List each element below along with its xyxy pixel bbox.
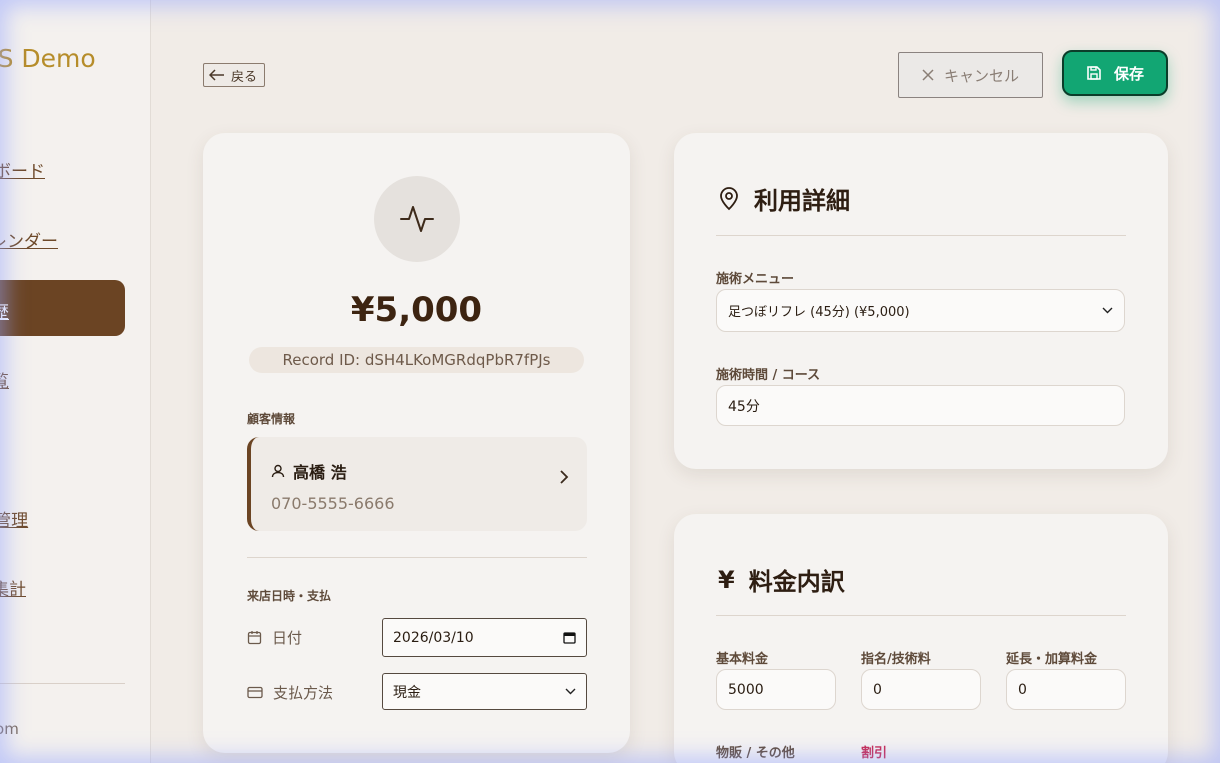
base-fee-value: 5000: [728, 681, 764, 698]
back-button[interactable]: 戻る: [203, 63, 265, 87]
discount-label: 割引: [861, 746, 888, 761]
menu-select[interactable]: 足つぼリフレ (45分) (¥5,000): [716, 289, 1125, 332]
user-icon: [271, 464, 285, 478]
menu-value: 足つぼリフレ (45分) (¥5,000): [728, 305, 910, 320]
calendar-picker-icon[interactable]: [563, 631, 576, 644]
time-course-value: 45分: [728, 398, 760, 415]
activity-pulse-icon: [400, 204, 434, 234]
customer-section-label: 顧客情報: [247, 412, 296, 426]
customer-name-row: 高橋 浩: [271, 459, 347, 483]
close-icon: [922, 69, 934, 81]
sidebar-email: .com: [0, 720, 19, 738]
customer-name: 高橋 浩: [293, 463, 347, 482]
section-divider: [247, 557, 587, 558]
yen-icon: ¥: [718, 565, 735, 594]
price-title: 料金内訳: [748, 568, 845, 596]
credit-card-icon: [247, 686, 263, 699]
brand-logo: MS Demo: [0, 44, 96, 73]
date-input[interactable]: 2026/03/10: [382, 618, 587, 657]
visit-section-label: 来店日時・支払: [247, 589, 332, 603]
save-button[interactable]: 保存: [1062, 50, 1168, 96]
nomination-fee-input[interactable]: 0: [861, 669, 981, 710]
chevron-down-icon: [1102, 307, 1113, 314]
usage-title-row: 利用詳細: [718, 181, 850, 216]
price-divider: [716, 615, 1126, 616]
calendar-icon: [247, 630, 262, 645]
total-amount: ¥5,000: [350, 290, 483, 330]
sidebar-item-dashboard[interactable]: ボード: [0, 157, 45, 182]
sidebar-item-calendar[interactable]: レンダー: [0, 227, 58, 252]
payment-value: 現金: [393, 684, 421, 701]
map-pin-icon: [718, 186, 740, 211]
record-id-badge: Record ID: dSH4LKoMGRdqPbR7fPJs: [249, 347, 584, 373]
usage-divider: [716, 235, 1126, 236]
nomination-fee-value: 0: [873, 681, 882, 698]
extension-fee-input[interactable]: 0: [1006, 669, 1126, 710]
cancel-label: キャンセル: [943, 66, 1019, 85]
customer-card[interactable]: 高橋 浩 070-5555-6666: [247, 437, 587, 531]
usage-details-card: 利用詳細 施術メニュー 足つぼリフレ (45分) (¥5,000) 施術時間 /…: [674, 133, 1168, 469]
goods-other-label: 物販 / その他: [716, 746, 795, 761]
extension-fee-label: 延長・加算料金: [1006, 652, 1098, 667]
menu-label: 施術メニュー: [716, 272, 795, 287]
cancel-button[interactable]: キャンセル: [898, 52, 1043, 98]
price-title-row: ¥ 料金内訳: [718, 562, 845, 597]
customer-phone: 070-5555-6666: [271, 494, 395, 513]
payment-method-select[interactable]: 現金: [382, 673, 587, 710]
payment-row-label: 支払方法: [247, 682, 333, 703]
record-summary-card: ¥5,000 Record ID: dSH4LKoMGRdqPbR7fPJs 顧…: [203, 133, 630, 753]
sidebar-item-history-active[interactable]: 歴: [0, 280, 125, 336]
activity-avatar: [374, 176, 460, 262]
back-label: 戻る: [231, 69, 258, 85]
save-label: 保存: [1113, 64, 1144, 83]
price-breakdown-card: ¥ 料金内訳 基本料金 5000 指名/技術料 0 延長・加算料金 0 物販 /…: [674, 514, 1168, 763]
nomination-fee-label: 指名/技術料: [861, 652, 931, 667]
date-label: 日付: [272, 629, 303, 647]
base-fee-label: 基本料金: [716, 652, 769, 667]
date-value: 2026/03/10: [393, 629, 474, 646]
usage-title: 利用詳細: [754, 187, 850, 215]
chevron-right-icon: [559, 470, 569, 484]
sidebar-item-management[interactable]: -管理: [0, 506, 28, 531]
time-course-input[interactable]: 45分: [716, 385, 1125, 426]
payment-label: 支払方法: [273, 684, 334, 702]
sidebar-divider: [0, 683, 125, 684]
chevron-down-icon: [565, 688, 576, 695]
floppy-disk-icon: [1086, 65, 1102, 81]
time-course-label: 施術時間 / コース: [716, 368, 821, 383]
date-row-label: 日付: [247, 627, 302, 648]
base-fee-input[interactable]: 5000: [716, 669, 836, 710]
arrow-left-icon: [209, 69, 225, 81]
sidebar-item-list[interactable]: 覧: [0, 367, 9, 392]
sidebar: MS Demo ボード レンダー 歴 覧 -管理 集計 .com: [0, 0, 151, 763]
extension-fee-value: 0: [1018, 681, 1027, 698]
sidebar-item-summary[interactable]: 集計: [0, 575, 26, 600]
